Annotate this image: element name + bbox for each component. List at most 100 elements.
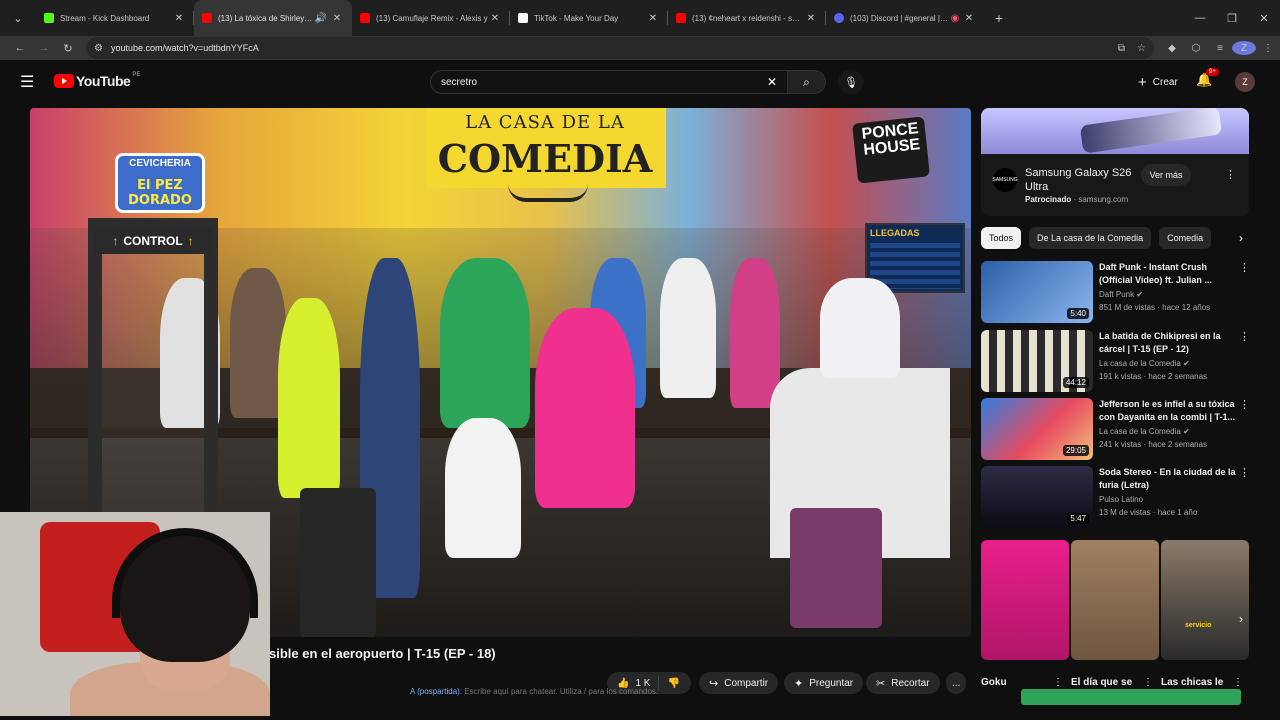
recommendation-title[interactable]: Jefferson le es infiel a su tóxica con D… (1099, 398, 1239, 424)
tab-title: (13) La tóxica de Shirley le h (218, 13, 314, 23)
short-thumbnail[interactable]: servicio (1161, 540, 1249, 660)
window-controls: — ❐ ✕ (1184, 0, 1280, 36)
video-thumbnail[interactable]: 5:47 (981, 466, 1093, 528)
extension-icon[interactable]: ◆ (1160, 43, 1184, 54)
address-bar[interactable]: ⚙ youtube.com/watch?v=udtbdnYYFcA ⧉ ☆ (86, 37, 1154, 59)
tab-search-icon[interactable]: ⌄ (0, 0, 36, 36)
browser-tab-active[interactable]: (13) La tóxica de Shirley le h 🔊 ✕ (194, 0, 352, 36)
verified-icon: ✔ (1136, 290, 1144, 299)
more-actions-button[interactable]: ... (946, 672, 967, 694)
youtube-logo[interactable]: YouTube PE (54, 72, 140, 89)
close-icon[interactable]: ✕ (804, 13, 818, 24)
video-thumbnail[interactable]: 29:05 (981, 398, 1093, 460)
clear-search-icon[interactable]: ✕ (767, 75, 777, 89)
video-thumbnail[interactable]: 44:12 (981, 330, 1093, 392)
short-title[interactable]: Las chicas le (1161, 677, 1223, 688)
channel-name[interactable]: Daft Punk ✔ (1099, 290, 1143, 299)
more-icon[interactable]: ⋮ (1239, 398, 1250, 411)
short-title[interactable]: El día que se (1071, 677, 1132, 688)
maximize-icon[interactable]: ❐ (1216, 0, 1248, 36)
recommendation-item[interactable]: 5:40 Daft Punk - Instant Crush (Official… (981, 261, 1250, 323)
close-icon[interactable]: ✕ (172, 13, 186, 24)
bookmark-icon[interactable]: ☆ (1137, 43, 1146, 54)
video-thumbnail[interactable]: 5:40 (981, 261, 1093, 323)
duration-badge: 5:40 (1067, 308, 1089, 319)
search-value: secretro (441, 76, 478, 88)
duration-badge: 29:05 (1062, 445, 1089, 456)
more-icon[interactable]: ⋮ (1239, 466, 1250, 479)
notifications-button[interactable]: 🔔 9+ (1196, 68, 1219, 88)
recommendation-title[interactable]: Soda Stereo - En la ciudad de la furia (… (1099, 466, 1239, 492)
recommendation-item[interactable]: 44:12 La batida de Chikipresi en la cárc… (981, 330, 1250, 392)
menu-icon[interactable]: ☰ (20, 72, 38, 91)
duration-badge: 44:12 (1062, 377, 1089, 388)
back-icon[interactable]: ← (8, 36, 32, 60)
profile-icon[interactable]: Z (1232, 41, 1256, 55)
verified-icon: ✔ (1183, 359, 1190, 368)
video-meta: 13 M de vistas · hace 1 año (1099, 508, 1198, 517)
browser-tab[interactable]: TikTok - Make Your Day ✕ (510, 0, 668, 36)
short-thumbnail[interactable] (1071, 540, 1159, 660)
recommendation-item[interactable]: 5:47 Soda Stereo - En la ciudad de la fu… (981, 466, 1250, 528)
chevron-right-icon[interactable]: › (1239, 612, 1243, 626)
ad-cta-button[interactable]: Ver más (1141, 164, 1191, 186)
chip-todos[interactable]: Todos (981, 227, 1022, 249)
close-icon[interactable]: ✕ (488, 13, 502, 24)
youtube-play-icon (54, 74, 74, 88)
ad-more-icon[interactable]: ⋮ (1225, 168, 1236, 181)
ponce-sign-text: PONCE HOUSE (860, 120, 921, 159)
browser-tab[interactable]: (13) Camuflaje Remix - Alexis y ✕ (352, 0, 510, 36)
channel-name[interactable]: La casa de la Comedia ✔ (1099, 359, 1190, 368)
minimize-icon[interactable]: — (1184, 0, 1216, 36)
close-icon[interactable]: ✕ (646, 13, 660, 24)
window-close-icon[interactable]: ✕ (1248, 0, 1280, 36)
search-button[interactable]: ⌕ (788, 70, 826, 94)
clip-button[interactable]: ✂ Recortar (866, 672, 940, 694)
ad-card[interactable]: SAMSUNG Samsung Galaxy S26 Ultra Patroci… (981, 108, 1249, 216)
chip-channel[interactable]: De La casa de la Comedia (1029, 227, 1152, 249)
voice-search-button[interactable]: 🎙 (838, 70, 864, 94)
puzzle-icon[interactable]: ⬡ (1184, 43, 1208, 54)
more-icon[interactable]: ⋮ (1233, 677, 1243, 688)
media-icon[interactable]: ≡ (1208, 43, 1232, 54)
recommendation-item[interactable]: 29:05 Jefferson le es infiel a su tóxica… (981, 398, 1250, 460)
short-thumbnail[interactable] (981, 540, 1069, 660)
recommendation-title[interactable]: Daft Punk - Instant Crush (Official Vide… (1099, 261, 1239, 287)
reload-icon[interactable]: ↻ (56, 36, 80, 60)
channel-name[interactable]: La casa de la Comedia ✔ (1099, 427, 1190, 436)
ad-title: Samsung Galaxy S26 Ultra (1025, 167, 1132, 193)
chip-comedia[interactable]: Comedia (1159, 227, 1212, 249)
youtube-icon (202, 13, 212, 23)
screen: ⌄ Stream - Kick Dashboard ✕ (13) La tóxi… (0, 0, 1280, 720)
search-input[interactable]: secretro ✕ (430, 70, 788, 94)
chat-input[interactable]: A (pospartida): Escribe aquí para chatea… (410, 687, 866, 701)
chat-placeholder: Escribe aquí para chatear. Utiliza / par… (464, 687, 659, 696)
recommendation-title[interactable]: La batida de Chikipresi en la cárcel | T… (1099, 330, 1239, 356)
overlay-bar (1021, 689, 1241, 705)
new-tab-button[interactable]: + (984, 0, 1014, 36)
video-meta: 851 M de vistas · hace 12 años (1099, 303, 1211, 312)
channel-name[interactable]: Pulso Latino (1099, 495, 1143, 504)
more-icon[interactable]: ⋮ (1053, 677, 1063, 688)
close-icon[interactable]: ✕ (330, 13, 344, 24)
more-icon[interactable]: ⋮ (1143, 677, 1153, 688)
avatar[interactable]: Z (1235, 72, 1255, 92)
more-icon[interactable]: ⋮ (1239, 261, 1250, 274)
browser-menu-icon[interactable]: ⋮ (1256, 43, 1280, 54)
cast-icon[interactable]: ⧉ (1118, 43, 1125, 54)
create-button[interactable]: + Crear (1128, 71, 1188, 93)
browser-tab[interactable]: Stream - Kick Dashboard ✕ (36, 0, 194, 36)
chat-user: A (pospartida): (410, 687, 463, 696)
man-white-pants (445, 418, 521, 558)
audience-member (730, 258, 780, 408)
more-icon[interactable]: ⋮ (1239, 330, 1250, 343)
chevron-right-icon[interactable]: › (1233, 231, 1249, 245)
browser-tab[interactable]: (103) Discord | #general | Lo ◉ ✕ (826, 0, 984, 36)
suitcase-black (300, 488, 376, 637)
browser-tab[interactable]: (13) ¢neheart x reidenshi - snow ✕ (668, 0, 826, 36)
close-icon[interactable]: ✕ (962, 13, 976, 24)
short-title[interactable]: Goku (981, 677, 1007, 688)
audio-icon[interactable]: 🔊 (314, 13, 328, 24)
forward-icon[interactable]: → (32, 36, 56, 60)
site-info-icon[interactable]: ⚙ (94, 43, 103, 54)
